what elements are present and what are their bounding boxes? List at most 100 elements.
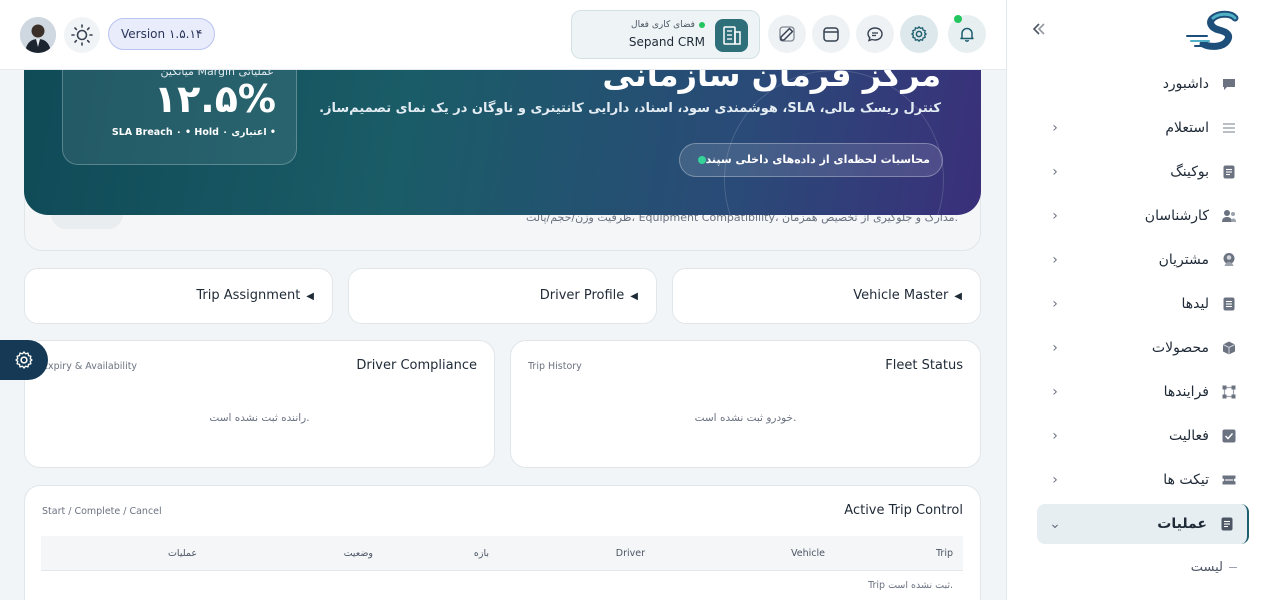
- column-header-vehicle: Vehicle: [791, 548, 825, 559]
- sidebar-item-label: فرایندها: [1163, 384, 1209, 400]
- user-avatar[interactable]: [20, 17, 56, 53]
- sidebar-item-label: عملیات: [1157, 516, 1207, 532]
- empty-state: خودرو ثبت نشده است.: [694, 412, 797, 424]
- active-trip-control-panel: Active Trip Control Start / Complete / C…: [24, 485, 981, 600]
- driver-profile-card[interactable]: Driver Profile ◀: [348, 268, 657, 324]
- sidebar-item-label: کارشناسان: [1144, 208, 1209, 224]
- settings-button[interactable]: [900, 15, 938, 53]
- sidebar-item-label: مشتریان: [1158, 252, 1209, 268]
- notification-indicator: [954, 15, 962, 23]
- panel-title: Active Trip Control: [844, 503, 963, 518]
- ticket-icon: [1222, 475, 1236, 485]
- floating-settings-button[interactable]: [0, 340, 48, 380]
- live-dot: [697, 156, 706, 164]
- workspace-status: فضای کاری فعال: [631, 20, 705, 30]
- top-bar: Version ۱.۵.۱۴ فضای کاری فعال Sepand CRM: [0, 0, 1006, 70]
- sidebar-item-label: استعلام: [1165, 120, 1209, 136]
- sidebar: داشبورد استعلام › بوکینگ › کارشناسان › م…: [1006, 0, 1264, 600]
- fleet-status-panel: Fleet Status Trip History خودرو ثبت نشده…: [510, 340, 981, 468]
- list-icon: [1223, 297, 1235, 311]
- dash-marker: [1229, 567, 1237, 568]
- building-icon: [715, 19, 748, 52]
- sidebar-item-label: لیدها: [1181, 296, 1210, 312]
- chevron-right-icon: ›: [1052, 340, 1058, 356]
- panel-title: Fleet Status: [885, 358, 963, 373]
- workflow-icon: [1222, 385, 1236, 399]
- hero-subtitle: کنترل ریسک مالی، SLA، هوشمندی سود، اسناد…: [319, 101, 941, 116]
- chevron-right-icon: ›: [1052, 472, 1058, 488]
- user-icon: [1223, 253, 1235, 266]
- sidebar-item-label: فعالیت: [1169, 428, 1209, 444]
- chat-bubble-icon: [1223, 79, 1235, 90]
- sidebar-item-leads[interactable]: لیدها ›: [1037, 284, 1249, 324]
- workspace-switcher[interactable]: فضای کاری فعال Sepand CRM: [571, 10, 760, 59]
- chevron-right-icon: ›: [1052, 428, 1058, 444]
- sepand-logo: [1183, 10, 1249, 54]
- double-chevron-left-icon: [1032, 23, 1045, 35]
- chevron-right-icon: ›: [1052, 164, 1058, 180]
- sidebar-item-processes[interactable]: فرایندها ›: [1037, 372, 1249, 412]
- sidebar-item-operations[interactable]: عملیات ⌄: [1037, 504, 1249, 544]
- trip-assignment-card[interactable]: Trip Assignment ◀: [24, 268, 333, 324]
- sidebar-item-label: بوکینگ: [1170, 164, 1209, 180]
- sidebar-item-experts[interactable]: کارشناسان ›: [1037, 196, 1249, 236]
- chevron-right-icon: ›: [1052, 252, 1058, 268]
- edit-button[interactable]: [768, 15, 806, 53]
- table-header: Trip Vehicle Driver بازه وضعیت عملیات: [41, 536, 963, 571]
- panel-subtitle: Start / Complete / Cancel: [42, 506, 162, 517]
- vehicle-master-card[interactable]: Vehicle Master ◀: [672, 268, 981, 324]
- column-header-trip: Trip: [936, 548, 953, 559]
- sidebar-item-inquiry[interactable]: استعلام ›: [1037, 108, 1249, 148]
- driver-compliance-panel: Driver Compliance Expiry & Availability …: [24, 340, 495, 468]
- caret-left-icon: ◀: [306, 291, 314, 302]
- sidebar-item-label: تیکت ها: [1163, 472, 1209, 488]
- trip-table: Trip Vehicle Driver بازه وضعیت عملیات Tr…: [41, 536, 963, 591]
- menu-lines-icon: [1223, 123, 1235, 133]
- table-empty-state: Trip ثبت نشده است.: [868, 580, 953, 591]
- calendar-icon: [823, 27, 839, 42]
- sidebar-item-tickets[interactable]: تیکت ها ›: [1037, 460, 1249, 500]
- column-header-actions: عملیات: [167, 548, 197, 559]
- sidebar-collapse-button[interactable]: [1029, 20, 1049, 44]
- margin-note: SLA Breach ۰ • Hold اعتباری ۰ •: [111, 127, 276, 138]
- sidebar-item-dashboard[interactable]: داشبورد: [1037, 64, 1249, 104]
- sidebar-item-label: محصولات: [1151, 340, 1209, 356]
- theme-toggle-button[interactable]: [64, 17, 100, 53]
- panel-subtitle: Expiry & Availability: [42, 361, 138, 372]
- chevron-right-icon: ›: [1052, 208, 1058, 224]
- document-icon: [1221, 517, 1233, 531]
- nav-card-label: Driver Profile ◀: [540, 269, 638, 324]
- sidebar-item-activity[interactable]: فعالیت ›: [1037, 416, 1249, 456]
- sidebar-item-booking[interactable]: بوکینگ ›: [1037, 152, 1249, 192]
- sidebar-subitem-list[interactable]: لیست: [1157, 558, 1237, 578]
- panel-title: Driver Compliance: [356, 358, 477, 373]
- sidebar-item-label: داشبورد: [1162, 76, 1209, 92]
- panel-subtitle: Trip History: [528, 361, 582, 372]
- caret-left-icon: ◀: [630, 291, 638, 302]
- check-square-icon: [1222, 429, 1236, 443]
- chat-icon: [867, 27, 883, 42]
- box-icon: [1222, 341, 1236, 355]
- active-dot: [699, 21, 705, 28]
- nav-card-label: Vehicle Master ◀: [853, 269, 962, 324]
- workspace-name: Sepand CRM: [628, 35, 705, 49]
- sidebar-item-customers[interactable]: مشتریان ›: [1037, 240, 1249, 280]
- chat-button[interactable]: [856, 15, 894, 53]
- chevron-down-icon: ⌄: [1049, 516, 1061, 532]
- bell-icon: [960, 27, 974, 42]
- gear-icon: [911, 26, 927, 42]
- chevron-right-icon: ›: [1052, 384, 1058, 400]
- edit-icon: [779, 26, 795, 42]
- chevron-right-icon: ›: [1052, 296, 1058, 312]
- chevron-right-icon: ›: [1052, 120, 1058, 136]
- sun-icon: [71, 24, 93, 46]
- caret-left-icon: ◀: [954, 291, 962, 302]
- version-badge: Version ۱.۵.۱۴: [108, 18, 216, 50]
- nav-card-label: Trip Assignment ◀: [196, 269, 314, 324]
- document-icon: [1223, 165, 1235, 179]
- calendar-button[interactable]: [812, 15, 850, 53]
- gear-icon: [15, 351, 33, 369]
- realtime-chip: محاسبات لحظه‌ای از داده‌های داخلی سپند: [678, 143, 943, 177]
- sidebar-item-products[interactable]: محصولات ›: [1037, 328, 1249, 368]
- column-header-driver: Driver: [615, 548, 645, 559]
